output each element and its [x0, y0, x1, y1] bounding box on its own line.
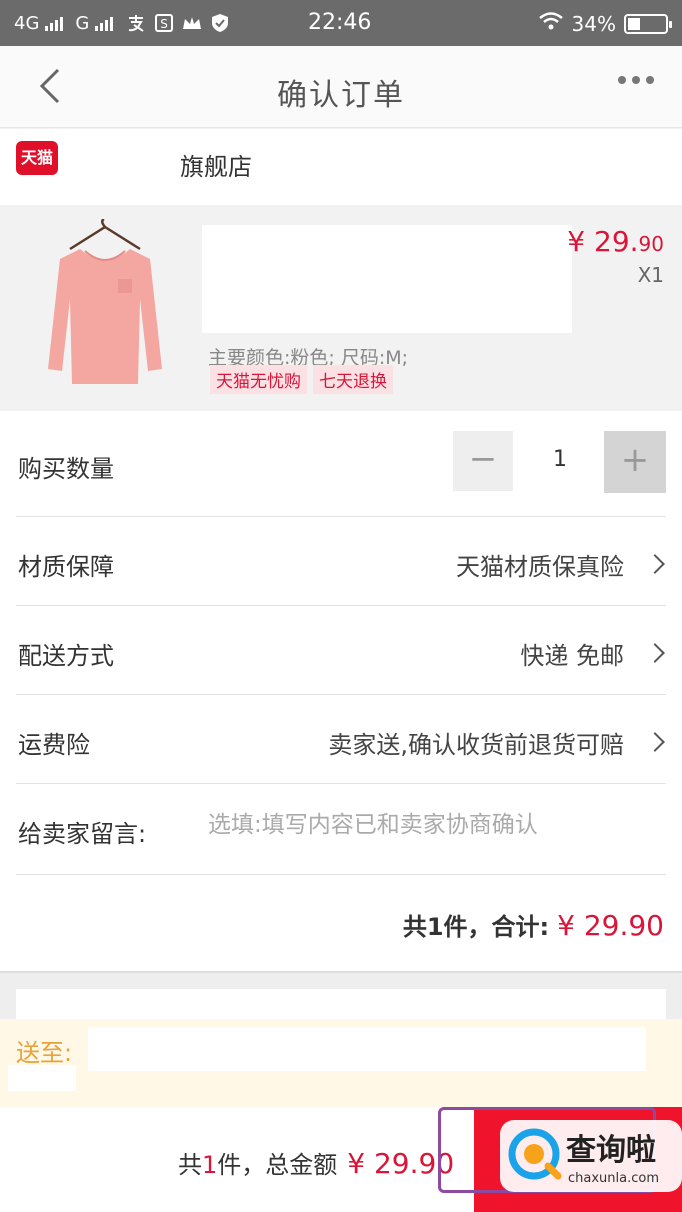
more-menu-button[interactable] [618, 76, 654, 84]
alipay-icon [125, 13, 147, 33]
delivery-value: 快递 免邮 [520, 642, 624, 670]
shop-name: 旗舰店 [180, 153, 252, 181]
order-total: 共1件，总金额 ¥ 29.90 [178, 1147, 455, 1180]
order-subtotal: 共1件，合计: ¥ 29.90 [403, 907, 664, 942]
shop-row[interactable]: 天猫 旗舰店 [0, 129, 682, 205]
product-quantity: X1 [637, 263, 664, 287]
material-label: 材质保障 [18, 553, 114, 581]
product-title-redacted [202, 225, 572, 333]
battery-percent: 34% [571, 11, 616, 36]
crown-icon [181, 13, 203, 33]
chevron-right-icon [645, 732, 665, 752]
product-price: ¥ 29.90 [567, 225, 664, 258]
status-bar: 4G G S 22:46 34% [0, 0, 682, 46]
more-dot-icon [646, 76, 654, 84]
message-row: 给卖家留言: [16, 784, 666, 875]
section-divider [0, 971, 682, 1021]
battery-icon [624, 13, 672, 34]
shield-icon [209, 13, 231, 33]
more-dot-icon [618, 76, 626, 84]
tmall-logo-icon: 天猫 [16, 141, 58, 175]
watermark-text: 查询啦 [566, 1133, 656, 1168]
network-4g-label: 4G [14, 12, 40, 34]
service-tag: 天猫无忧购 [210, 365, 307, 394]
page-title: 确认订单 [277, 78, 405, 113]
subtotal-label: 共1件，合计: [402, 913, 550, 941]
freight-insurance-row[interactable]: 运费险 卖家送,确认收货前退货可赔 [16, 695, 666, 784]
material-value: 天猫材质保真险 [456, 553, 624, 581]
network-g-label: G [75, 12, 90, 34]
quantity-increase-button[interactable]: + [604, 431, 666, 493]
address-redacted [88, 1027, 646, 1071]
signal-icon [45, 15, 64, 31]
svg-text:S: S [161, 17, 169, 31]
freight-insurance-value: 卖家送,确认收货前退货可赔 [328, 731, 624, 759]
quantity-decrease-button[interactable]: − [453, 431, 513, 491]
clock: 22:46 [308, 10, 372, 35]
signal-icon-2 [95, 15, 114, 31]
s-app-icon: S [153, 13, 175, 33]
service-tags: 天猫无忧购 七天退换 [210, 365, 393, 394]
nav-bar: 确认订单 [0, 46, 682, 128]
chevron-right-icon [645, 554, 665, 574]
more-dot-icon [632, 76, 640, 84]
message-label: 给卖家留言: [18, 820, 147, 848]
quantity-value[interactable]: 1 [530, 447, 590, 472]
product-image [30, 217, 180, 397]
quantity-label: 购买数量 [18, 455, 114, 483]
subtotal-amount: ¥ 29.90 [557, 909, 664, 942]
chaxunla-watermark-logo: 查询啦 chaxunla.com [500, 1120, 682, 1192]
material-row[interactable]: 材质保障 天猫材质保真险 [16, 517, 666, 606]
freight-insurance-label: 运费险 [18, 731, 90, 759]
watermark-url: chaxunla.com [568, 1171, 659, 1186]
service-tag: 七天退换 [313, 365, 393, 394]
order-options: 购买数量 − 1 + 材质保障 天猫材质保真险 配送方式 快递 免邮 运费险 卖… [0, 411, 682, 971]
product-item[interactable]: ¥ 29.90 X1 主要颜色:粉色; 尺码:M; 天猫无忧购 七天退换 [0, 205, 682, 411]
delivery-row[interactable]: 配送方式 快递 免邮 [16, 606, 666, 695]
seller-message-input[interactable] [208, 812, 658, 838]
address-redacted-2 [8, 1065, 76, 1091]
chevron-right-icon [645, 643, 665, 663]
wifi-icon [538, 11, 564, 36]
address-label: 送至: [16, 1039, 73, 1067]
shirt-image-icon [48, 217, 162, 384]
next-section-card [16, 989, 666, 1021]
delivery-label: 配送方式 [18, 642, 114, 670]
delivery-address-bar[interactable]: 送至: [0, 1019, 682, 1107]
